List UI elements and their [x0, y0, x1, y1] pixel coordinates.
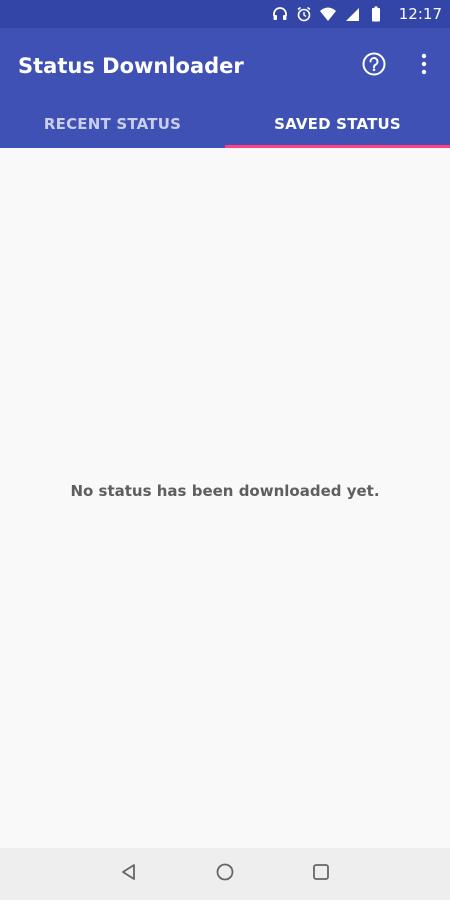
app-bar: Status Downloader RECENT STATUS SAVED ST… [0, 28, 450, 148]
tab-bar: RECENT STATUS SAVED STATUS [0, 100, 450, 148]
navigation-bar [0, 848, 450, 900]
help-icon [361, 51, 387, 82]
headphones-icon [271, 5, 289, 23]
recents-button[interactable] [303, 856, 339, 892]
clock: 12:17 [398, 5, 442, 23]
tab-saved-status[interactable]: SAVED STATUS [225, 100, 450, 148]
home-button[interactable] [207, 856, 243, 892]
battery-icon [367, 5, 385, 23]
app-title: Status Downloader [18, 54, 244, 78]
app-bar-actions [360, 52, 438, 80]
back-button[interactable] [111, 856, 147, 892]
overflow-menu-icon [420, 53, 428, 80]
back-icon [119, 862, 139, 887]
alarm-icon [295, 5, 313, 23]
saved-status-content: No status has been downloaded yet. [0, 148, 450, 848]
empty-state-message: No status has been downloaded yet. [70, 482, 380, 500]
home-icon [215, 862, 235, 887]
status-bar: 12:17 [0, 0, 450, 28]
help-button[interactable] [360, 52, 388, 80]
wifi-icon [319, 5, 337, 23]
signal-icon [343, 5, 361, 23]
tab-recent-status[interactable]: RECENT STATUS [0, 100, 225, 148]
recents-icon [311, 862, 331, 887]
overflow-menu-button[interactable] [410, 52, 438, 80]
